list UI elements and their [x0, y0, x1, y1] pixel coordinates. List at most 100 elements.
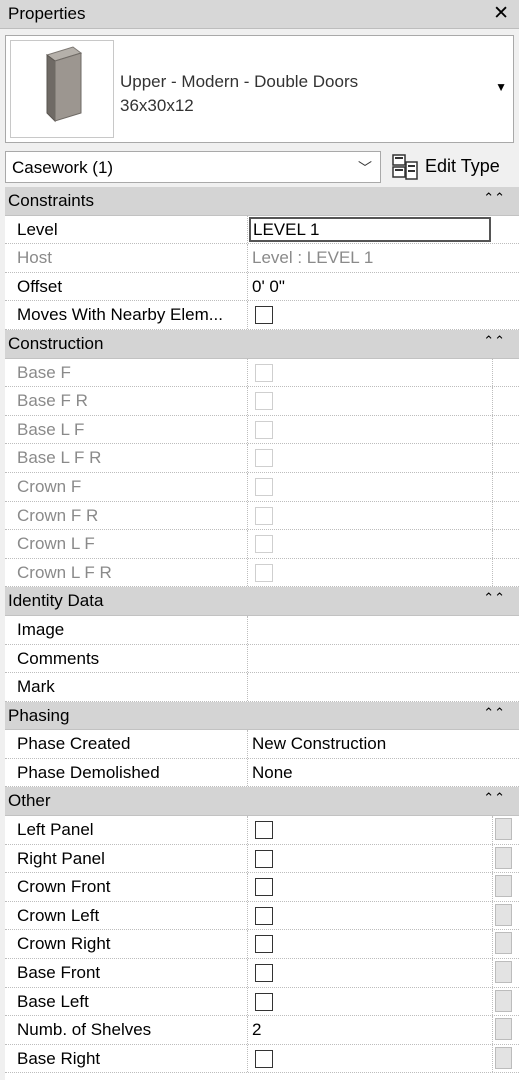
prop-name: Crown L F: [17, 534, 95, 554]
prop-level[interactable]: Level LEVEL 1: [5, 215, 519, 245]
group-label: Constraints: [8, 191, 94, 210]
column-divider: [492, 387, 493, 415]
crown-front-checkbox[interactable]: [255, 878, 273, 897]
prop-name: Base Left: [17, 991, 89, 1011]
edit-type-label: Edit Type: [425, 156, 500, 176]
panel-title: Properties: [8, 4, 86, 23]
disabled-checkbox: [255, 506, 273, 525]
collapse-icon[interactable]: ⌃⌃: [483, 590, 505, 606]
instance-filter-row: Casework (1) ﹀ Edit Type: [0, 149, 519, 186]
associate-parameter-button[interactable]: [495, 903, 512, 926]
prop-left-panel[interactable]: Left Panel: [5, 816, 519, 845]
type-size-label: 36x30x12: [120, 96, 194, 115]
column-divider: [247, 444, 248, 472]
level-value-field[interactable]: LEVEL 1: [249, 216, 491, 242]
offset-value-field[interactable]: 0' 0": [252, 277, 285, 297]
crown-right-checkbox[interactable]: [255, 935, 273, 954]
prop-crown-f-r: Crown F R: [5, 501, 519, 531]
prop-crown-left[interactable]: Crown Left: [5, 901, 519, 931]
disabled-checkbox: [255, 535, 273, 554]
crown-left-checkbox[interactable]: [255, 906, 273, 925]
associate-parameter-button[interactable]: [495, 875, 512, 898]
prop-right-panel[interactable]: Right Panel: [5, 844, 519, 874]
prop-phase-demolished[interactable]: Phase Demolished None: [5, 758, 519, 788]
associate-parameter-button[interactable]: [495, 846, 512, 869]
prop-name: Crown Right: [17, 934, 111, 954]
prop-base-left[interactable]: Base Left: [5, 987, 519, 1017]
right-panel-checkbox[interactable]: [255, 849, 273, 868]
column-divider: [247, 758, 248, 787]
collapse-icon[interactable]: ⌃⌃: [483, 190, 505, 206]
prop-name: Numb. of Shelves: [17, 1020, 152, 1040]
prop-comments[interactable]: Comments: [5, 644, 519, 674]
type-name: Upper - Modern - Double Doors 36x30x12: [120, 70, 358, 118]
base-front-checkbox[interactable]: [255, 964, 273, 983]
prop-crown-right[interactable]: Crown Right: [5, 930, 519, 960]
phase-demolished-value[interactable]: None: [252, 763, 293, 783]
type-dropdown-arrow-icon[interactable]: ▼: [495, 80, 507, 94]
prop-image[interactable]: Image: [5, 615, 519, 645]
phase-created-value[interactable]: New Construction: [252, 734, 386, 754]
column-divider: [492, 930, 493, 959]
associate-parameter-button[interactable]: [495, 818, 512, 841]
group-other[interactable]: Other ⌃⌃: [5, 787, 519, 817]
column-divider: [247, 730, 248, 758]
group-construction[interactable]: Construction ⌃⌃: [5, 329, 519, 359]
column-divider: [247, 987, 248, 1016]
associate-parameter-button[interactable]: [495, 1018, 512, 1041]
moves-with-nearby-checkbox[interactable]: [255, 306, 273, 325]
column-divider: [247, 816, 248, 844]
type-selector[interactable]: Upper - Modern - Double Doors 36x30x12 ▼: [5, 35, 514, 143]
prop-base-right[interactable]: Base Right: [5, 1044, 519, 1074]
prop-name: Comments: [17, 648, 100, 668]
column-divider: [247, 501, 248, 530]
column-divider: [492, 1016, 493, 1044]
associate-parameter-button[interactable]: [495, 1046, 512, 1069]
prop-base-l-f-r: Base L F R: [5, 444, 519, 473]
prop-name: Base L F R: [17, 448, 102, 468]
prop-name: Base F: [17, 362, 71, 382]
column-divider: [247, 930, 248, 959]
column-divider: [247, 387, 248, 415]
column-divider: [247, 215, 248, 244]
prop-offset[interactable]: Offset 0' 0": [5, 272, 519, 302]
prop-base-front[interactable]: Base Front: [5, 959, 519, 988]
associate-parameter-button[interactable]: [495, 989, 512, 1012]
prop-moves-with-nearby[interactable]: Moves With Nearby Elem...: [5, 301, 519, 330]
prop-phase-created[interactable]: Phase Created New Construction: [5, 730, 519, 759]
prop-crown-front[interactable]: Crown Front: [5, 873, 519, 902]
column-divider: [247, 615, 248, 644]
prop-numb-of-shelves[interactable]: Numb. of Shelves 2: [5, 1016, 519, 1045]
instance-filter-dropdown[interactable]: Casework (1) ﹀: [5, 151, 381, 183]
disabled-checkbox: [255, 392, 273, 411]
column-divider: [492, 472, 493, 501]
prop-name: Crown L F R: [17, 562, 112, 582]
column-divider: [492, 959, 493, 987]
shelves-value-field[interactable]: 2: [252, 1020, 261, 1040]
prop-name: Crown F: [17, 476, 82, 496]
collapse-icon[interactable]: ⌃⌃: [483, 333, 505, 349]
group-phasing[interactable]: Phasing ⌃⌃: [5, 701, 519, 731]
properties-grid: Constraints ⌃⌃ Level LEVEL 1 Host Level …: [5, 187, 519, 1080]
base-right-checkbox[interactable]: [255, 1049, 273, 1068]
group-identity-data[interactable]: Identity Data ⌃⌃: [5, 587, 519, 616]
close-icon[interactable]: ✕: [493, 2, 509, 25]
group-label: Identity Data: [8, 591, 104, 611]
column-divider: [492, 415, 493, 444]
column-divider: [492, 558, 493, 587]
collapse-icon[interactable]: ⌃⌃: [483, 705, 505, 721]
left-panel-checkbox[interactable]: [255, 821, 273, 840]
properties-titlebar: Properties ✕: [0, 0, 519, 29]
column-divider: [247, 1016, 248, 1044]
collapse-icon[interactable]: ⌃⌃: [483, 790, 505, 806]
group-constraints[interactable]: Constraints ⌃⌃: [5, 187, 519, 216]
column-divider: [492, 444, 493, 472]
prop-name: Base Front: [17, 963, 101, 983]
associate-parameter-button[interactable]: [495, 961, 512, 984]
column-divider: [247, 673, 248, 701]
associate-parameter-button[interactable]: [495, 932, 512, 955]
prop-mark[interactable]: Mark: [5, 673, 519, 702]
group-label: Other: [8, 791, 51, 811]
column-divider: [247, 530, 248, 558]
base-left-checkbox[interactable]: [255, 992, 273, 1011]
